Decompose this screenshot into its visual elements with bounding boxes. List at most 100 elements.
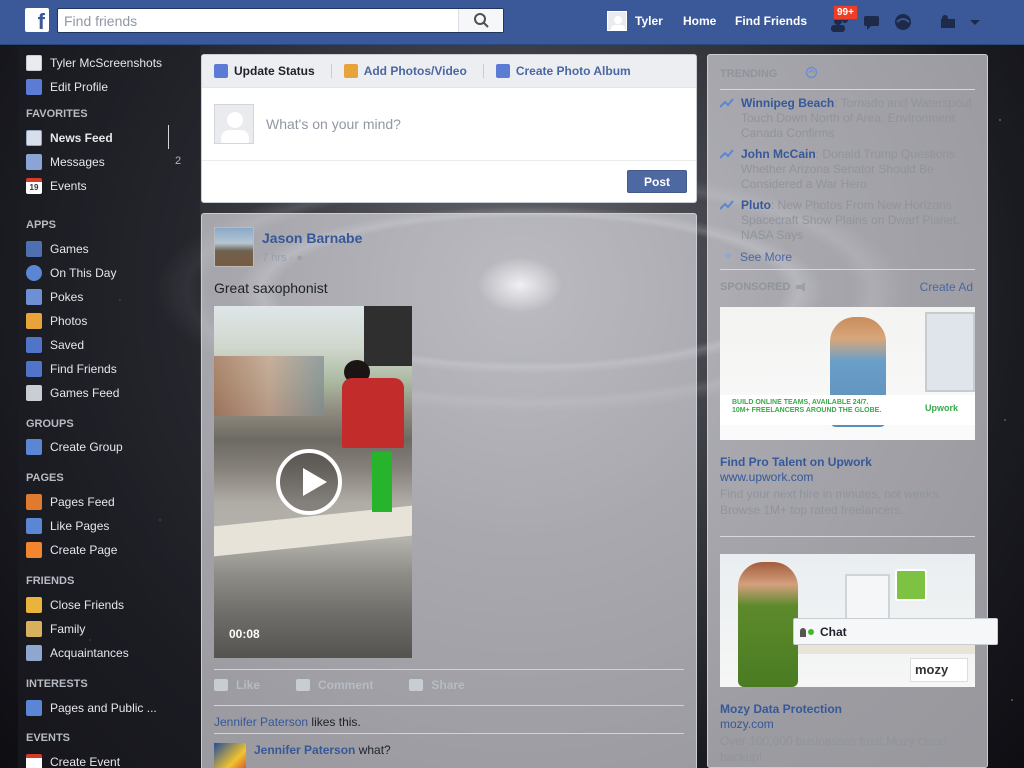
post-button[interactable]: Post [627, 170, 687, 193]
ad-description: Over 100,000 businesses trust Mozy cloud… [720, 734, 947, 764]
news-feed-icon [26, 130, 42, 146]
sidebar-item-label: Photos [50, 314, 88, 328]
sidebar-item-like-pages[interactable]: Like Pages [26, 517, 109, 535]
search-button[interactable] [458, 9, 503, 32]
sidebar-item-messages[interactable]: Messages [26, 153, 105, 171]
video-duration: 00:08 [229, 627, 260, 641]
sidebar-item-label: News Feed [50, 131, 113, 145]
comment-icon [296, 679, 311, 691]
trend-name[interactable]: Winnipeg Beach [741, 96, 834, 110]
tab-add-photos-video[interactable]: Add Photos/Video [343, 64, 467, 78]
status-composer: Update Status Add Photos/Video Create Ph… [201, 54, 697, 203]
trend-name[interactable]: John McCain [741, 147, 816, 161]
ad-title[interactable]: Find Pro Talent on Upwork [720, 455, 872, 469]
sidebar-item-label: Games [50, 242, 89, 256]
account-menu-icon[interactable] [966, 12, 988, 32]
sidebar-item-news-feed[interactable]: News Feed [26, 129, 113, 147]
messages-icon[interactable] [861, 12, 883, 32]
avatar [607, 11, 627, 31]
facebook-logo[interactable]: f [25, 8, 49, 32]
chat-label: Chat [820, 624, 847, 639]
sidebar-item-close-friends[interactable]: Close Friends [26, 596, 124, 614]
ad-url[interactable]: www.upwork.com [720, 470, 813, 484]
calendar-icon: 19 [26, 178, 42, 194]
ad-title[interactable]: Mozy Data Protection [720, 702, 842, 716]
create-ad-link[interactable]: Create Ad [920, 280, 973, 294]
trending-heading: TRENDING [720, 68, 778, 80]
sidebar-item-on-this-day[interactable]: On This Day [26, 264, 116, 282]
sidebar-item-create-event[interactable]: Create Event [26, 753, 120, 768]
comment-item: Jennifer Paterson what? [214, 743, 391, 768]
ad-url[interactable]: mozy.com [720, 717, 774, 731]
trending-item[interactable]: John McCain: Donald Trump Questions Whet… [720, 147, 975, 192]
story-author[interactable]: Jason Barnabe [262, 230, 362, 246]
section-heading-favorites: FAVORITES [26, 108, 88, 120]
photo-icon [343, 64, 358, 78]
comment-body: what? [355, 743, 391, 757]
share-button[interactable]: Share [409, 678, 465, 692]
sidebar-item-family[interactable]: Family [26, 620, 85, 638]
find-friends-link[interactable]: Find Friends [735, 14, 807, 28]
search-input[interactable] [58, 9, 458, 32]
sidebar-item-pages-feed[interactable]: Pages Feed [26, 493, 115, 511]
trend-name[interactable]: Pluto [741, 198, 771, 212]
create-page-icon [26, 542, 42, 558]
composer-input[interactable]: What's on your mind? [266, 116, 401, 132]
active-indicator [168, 125, 169, 149]
avatar[interactable] [214, 227, 254, 267]
sidebar-item-events[interactable]: 19 Events [26, 177, 87, 195]
megaphone-icon [796, 282, 805, 292]
section-heading-groups: GROUPS [26, 418, 74, 430]
friend-requests-badge: 99+ [833, 5, 858, 20]
avatar[interactable] [214, 743, 246, 768]
section-heading-friends: FRIENDS [26, 575, 75, 587]
gamepad-icon [26, 385, 42, 401]
sidebar-item-find-friends[interactable]: Find Friends [26, 360, 117, 378]
sidebar-item-pages-and-public[interactable]: Pages and Public ... [26, 699, 157, 717]
commenter-link[interactable]: Jennifer Paterson [254, 743, 355, 757]
see-more-link[interactable]: See More [724, 250, 792, 264]
liker-link[interactable]: Jennifer Paterson [214, 715, 308, 729]
sidebar-item-label: Close Friends [50, 598, 125, 612]
sidebar-item-saved[interactable]: Saved [26, 336, 84, 354]
tab-create-photo-album[interactable]: Create Photo Album [495, 64, 631, 78]
divider [720, 269, 975, 270]
chevron-down-icon [724, 254, 732, 259]
ad-banner-line: 10M+ FREELANCERS AROUND THE GLOBE. [732, 407, 882, 414]
divider [214, 669, 684, 670]
story-timestamp[interactable]: 7 hrs · ● [262, 252, 303, 264]
sidebar-item-photos[interactable]: Photos [26, 312, 87, 330]
ad-photo-monitor [925, 312, 975, 392]
play-icon[interactable] [276, 449, 342, 515]
sidebar-item-games[interactable]: Games [26, 240, 89, 258]
composer-body[interactable]: What's on your mind? [202, 88, 696, 161]
right-column: TRENDING Winnipeg Beach: Tornado and Wat… [707, 54, 988, 768]
trending-item[interactable]: Winnipeg Beach: Tornado and Waterspout T… [720, 96, 975, 141]
sidebar-item-acquaintances[interactable]: Acquaintances [26, 644, 129, 662]
sidebar-item-pokes[interactable]: Pokes [26, 288, 83, 306]
ad-image-upwork[interactable]: BUILD ONLINE TEAMS, AVAILABLE 24/7. 10M+… [720, 307, 975, 440]
sidebar-item-edit-profile[interactable]: Edit Profile [26, 78, 108, 96]
tab-update-status[interactable]: Update Status [214, 64, 315, 78]
nav-profile-link[interactable]: Tyler [607, 11, 663, 31]
section-heading-pages: PAGES [26, 472, 64, 484]
sidebar-item-create-group[interactable]: Create Group [26, 438, 123, 456]
chat-bar[interactable]: Chat [793, 618, 998, 645]
like-button[interactable]: Like [214, 678, 260, 692]
privacy-icon[interactable] [938, 12, 960, 32]
notifications-icon[interactable] [892, 12, 914, 32]
video-player[interactable]: 00:08 [214, 306, 412, 658]
sidebar-item-create-page[interactable]: Create Page [26, 541, 117, 559]
sidebar-item-profile[interactable]: Tyler McScreenshots [26, 54, 162, 72]
sidebar-item-games-feed[interactable]: Games Feed [26, 384, 119, 402]
trending-item[interactable]: Pluto: New Photos From New Horizons Spac… [720, 198, 975, 243]
close-friends-icon [26, 597, 42, 613]
rss-icon [26, 700, 42, 716]
create-group-icon [26, 439, 42, 455]
comment-button[interactable]: Comment [296, 678, 373, 692]
refresh-icon[interactable] [805, 66, 818, 79]
trend-desc: : New Photos From New Horizons Spacecraf… [741, 198, 960, 242]
comment-text: Jennifer Paterson what? [254, 743, 391, 768]
home-link[interactable]: Home [683, 14, 716, 28]
news-feed-story: Jason Barnabe 7 hrs · ● Great saxophonis… [201, 213, 697, 768]
